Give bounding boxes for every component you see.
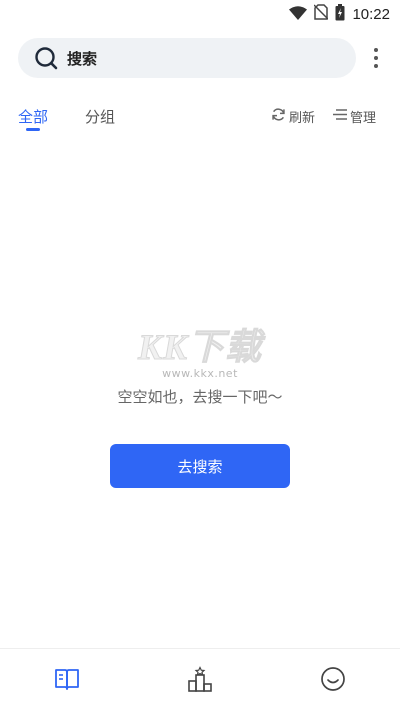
book-icon (54, 667, 80, 695)
empty-state-message: 空空如也，去搜一下吧～ (117, 388, 283, 406)
battery-charging-icon (335, 3, 345, 25)
search-label: 搜索 (67, 49, 98, 68)
nav-ranking[interactable] (186, 666, 214, 696)
active-tab-indicator (26, 128, 40, 131)
no-sim-icon (313, 4, 329, 24)
search-icon (34, 46, 58, 70)
watermark-logo: KK下载 (137, 327, 263, 367)
manage-button[interactable]: 管理 (332, 107, 376, 126)
status-clock: 10:22 (352, 5, 390, 23)
manage-label: 管理 (350, 111, 377, 126)
refresh-icon (271, 107, 286, 126)
watermark-url: www.kkx.net (162, 367, 238, 380)
wifi-icon (289, 5, 308, 24)
list-icon (332, 108, 347, 125)
tabs-row: 全部 分组 刷新 管理 (0, 100, 400, 136)
refresh-button[interactable]: 刷新 (271, 107, 315, 126)
bottom-nav (0, 648, 400, 711)
tab-groups[interactable]: 分组 (85, 106, 115, 127)
nav-bookshelf[interactable] (53, 667, 81, 695)
more-vertical-icon[interactable] (364, 42, 388, 74)
status-bar: 10:22 (0, 0, 400, 28)
search-bar[interactable]: 搜索 (18, 38, 356, 78)
search-row: 搜索 (0, 38, 400, 78)
ranking-icon (187, 666, 213, 696)
tab-all[interactable]: 全部 (18, 106, 48, 127)
go-search-button[interactable]: 去搜索 (110, 444, 290, 488)
nav-profile[interactable] (319, 667, 347, 695)
smile-icon (320, 666, 346, 696)
refresh-label: 刷新 (289, 111, 316, 126)
watermark: KK下载 www.kkx.net (125, 328, 275, 388)
